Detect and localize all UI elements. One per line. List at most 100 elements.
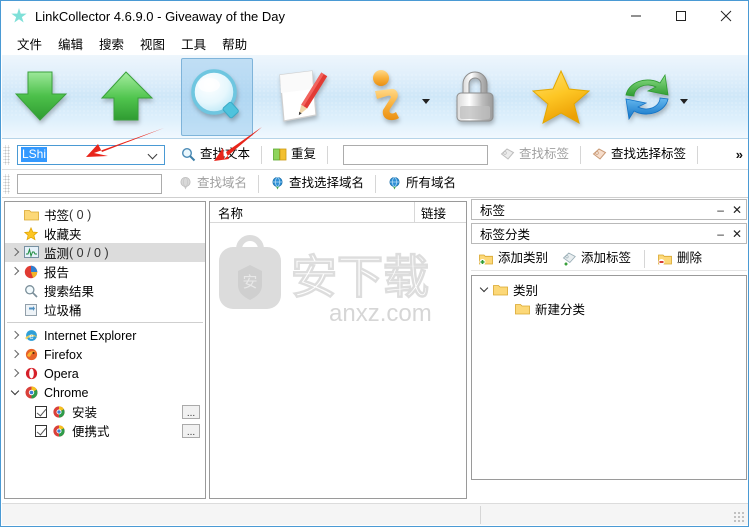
chrome-installed-more-button[interactable]: ... — [182, 404, 200, 419]
expander-icon[interactable] — [9, 386, 22, 399]
find-tag-button[interactable]: 查找标签 — [494, 144, 575, 166]
all-domains-button[interactable]: 所有域名 — [381, 173, 462, 195]
menu-item-edit[interactable]: 编辑 — [50, 32, 91, 55]
toolbar-button-info[interactable] — [346, 55, 432, 139]
separator — [697, 145, 699, 164]
add-tag-icon — [562, 251, 576, 265]
svg-text:安下载: 安下载 — [291, 251, 429, 303]
toolbar-button-edit-note[interactable] — [260, 55, 346, 139]
tag-category-minimize-button[interactable]: – — [717, 228, 724, 240]
chevron-down-icon[interactable] — [149, 150, 158, 159]
tree-item-search-results[interactable]: 搜索结果 — [5, 281, 205, 300]
add-tag-button[interactable]: 添加标签 — [556, 248, 637, 270]
tags-panel-close-button[interactable]: ✕ — [732, 204, 742, 216]
recycle-bin-icon — [23, 302, 39, 318]
find-domain-button[interactable]: 查找域名 — [172, 173, 253, 195]
tag-tree-item-category[interactable]: 类别 — [472, 280, 746, 299]
expander-icon[interactable] — [9, 246, 22, 259]
menu-bar: 文件 编辑 搜索 视图 工具 帮助 — [1, 31, 748, 55]
expander-icon[interactable] — [9, 329, 22, 342]
expander-icon[interactable] — [478, 283, 491, 296]
tree-item-label: 书签 — [44, 209, 70, 223]
svg-text:安: 安 — [242, 274, 257, 291]
status-separator — [480, 506, 481, 524]
menu-item-tools[interactable]: 工具 — [173, 32, 214, 55]
maximize-button[interactable] — [658, 1, 703, 31]
tree-item-opera[interactable]: Opera — [5, 364, 205, 383]
toolbar-button-import[interactable] — [2, 55, 88, 139]
tree-item-firefox[interactable]: Firefox — [5, 345, 205, 364]
duplicate-label: 重复 — [291, 147, 317, 162]
chrome-portable-more-button[interactable]: ... — [182, 423, 200, 438]
toolbar-button-sync[interactable] — [604, 55, 690, 139]
tags-panel-header: 标签 – ✕ — [471, 199, 747, 220]
document-pencil-icon — [279, 69, 328, 122]
globe-icon — [389, 177, 400, 190]
navigation-tree-panel[interactable]: 书签 ( 0 ) 收藏夹 监测 ( 0 / 0 ) 报告 搜索结果 垃圾桶 e … — [4, 201, 206, 499]
tag-category-tree[interactable]: 类别 新建分类 — [471, 275, 747, 480]
tree-item-monitor[interactable]: 监测 ( 0 / 0 ) — [5, 243, 205, 262]
main-toolbar — [2, 55, 748, 139]
globe-icon — [272, 177, 283, 190]
toolbar-grip[interactable] — [3, 173, 10, 194]
title-bar: LinkCollector 4.6.9.0 - Giveaway of the … — [1, 1, 748, 31]
tag-icon — [592, 147, 607, 160]
toolbar-overflow-button[interactable]: » — [736, 147, 743, 162]
tree-item-favorites[interactable]: 收藏夹 — [5, 224, 205, 243]
svg-text:anxz.com: anxz.com — [329, 300, 432, 327]
menu-item-view[interactable]: 视图 — [132, 32, 173, 55]
link-list-panel[interactable]: 名称 链接 安 安下载 anxz.com — [209, 201, 467, 499]
tag-category-panel-title: 标签分类 — [480, 228, 531, 242]
firefox-icon — [23, 347, 39, 363]
menu-item-help[interactable]: 帮助 — [214, 32, 255, 55]
find-selected-tag-button[interactable]: 查找选择标签 — [586, 144, 692, 166]
close-button[interactable] — [703, 1, 748, 31]
find-text-button[interactable]: 查找文本 — [175, 144, 256, 166]
navigation-tree: 书签 ( 0 ) 收藏夹 监测 ( 0 / 0 ) 报告 搜索结果 垃圾桶 e … — [5, 202, 205, 440]
tree-item-chrome-portable[interactable]: 便携式 ... — [5, 421, 205, 440]
expander-icon[interactable] — [9, 348, 22, 361]
chrome-installed-checkbox[interactable] — [35, 405, 47, 418]
find-tag-label: 查找标签 — [519, 147, 570, 162]
resize-grip[interactable] — [733, 511, 745, 523]
tag-search-input[interactable] — [343, 144, 489, 165]
find-selected-domain-button[interactable]: 查找选择域名 — [264, 173, 370, 195]
tree-item-chrome-installed[interactable]: 安装 ... — [5, 402, 205, 421]
tree-item-internet-explorer[interactable]: e Internet Explorer — [5, 326, 205, 345]
toolbar-button-lock[interactable] — [432, 55, 518, 139]
opera-icon — [23, 366, 39, 382]
tag-category-close-button[interactable]: ✕ — [732, 228, 742, 240]
search-text-combobox[interactable]: LShi — [17, 144, 165, 165]
tags-panel-minimize-button[interactable]: – — [717, 204, 724, 216]
minimize-button[interactable] — [613, 1, 658, 31]
find-text-label: 查找文本 — [200, 147, 251, 162]
tags-panel-title: 标签 — [480, 204, 506, 218]
delete-button[interactable]: 删除 — [652, 248, 708, 270]
expander-icon[interactable] — [9, 265, 22, 278]
sync-dropdown-caret[interactable] — [680, 98, 688, 104]
column-header-link[interactable]: 链接 — [414, 202, 466, 223]
menu-item-search[interactable]: 搜索 — [91, 32, 132, 55]
toolbar-button-search[interactable] — [174, 55, 260, 139]
toolbar-button-favorite[interactable] — [518, 55, 604, 139]
toolbar-grip[interactable] — [3, 144, 10, 165]
chrome-icon — [23, 385, 39, 401]
globe-icon — [180, 177, 191, 190]
toolbar-button-export[interactable] — [88, 55, 174, 139]
tree-item-reports[interactable]: 报告 — [5, 262, 205, 281]
menu-item-file[interactable]: 文件 — [9, 32, 50, 55]
tree-item-label: Opera — [44, 366, 79, 381]
tree-item-chrome[interactable]: Chrome — [5, 383, 205, 402]
chrome-portable-checkbox[interactable] — [35, 424, 47, 437]
duplicate-button[interactable]: 重复 — [267, 144, 322, 166]
find-domain-label: 查找域名 — [197, 176, 248, 191]
tag-tree-item-new-category[interactable]: 新建分类 — [472, 299, 746, 318]
add-category-button[interactable]: 添加类别 — [473, 248, 554, 270]
tree-item-bookmarks[interactable]: 书签 ( 0 ) — [5, 205, 205, 224]
expander-icon[interactable] — [9, 367, 22, 380]
info-dropdown-caret[interactable] — [422, 98, 430, 104]
domain-search-input[interactable] — [17, 173, 162, 194]
tree-item-recycle-bin[interactable]: 垃圾桶 — [5, 300, 205, 319]
all-domains-label: 所有域名 — [406, 176, 457, 191]
column-header-name[interactable]: 名称 — [210, 203, 414, 222]
